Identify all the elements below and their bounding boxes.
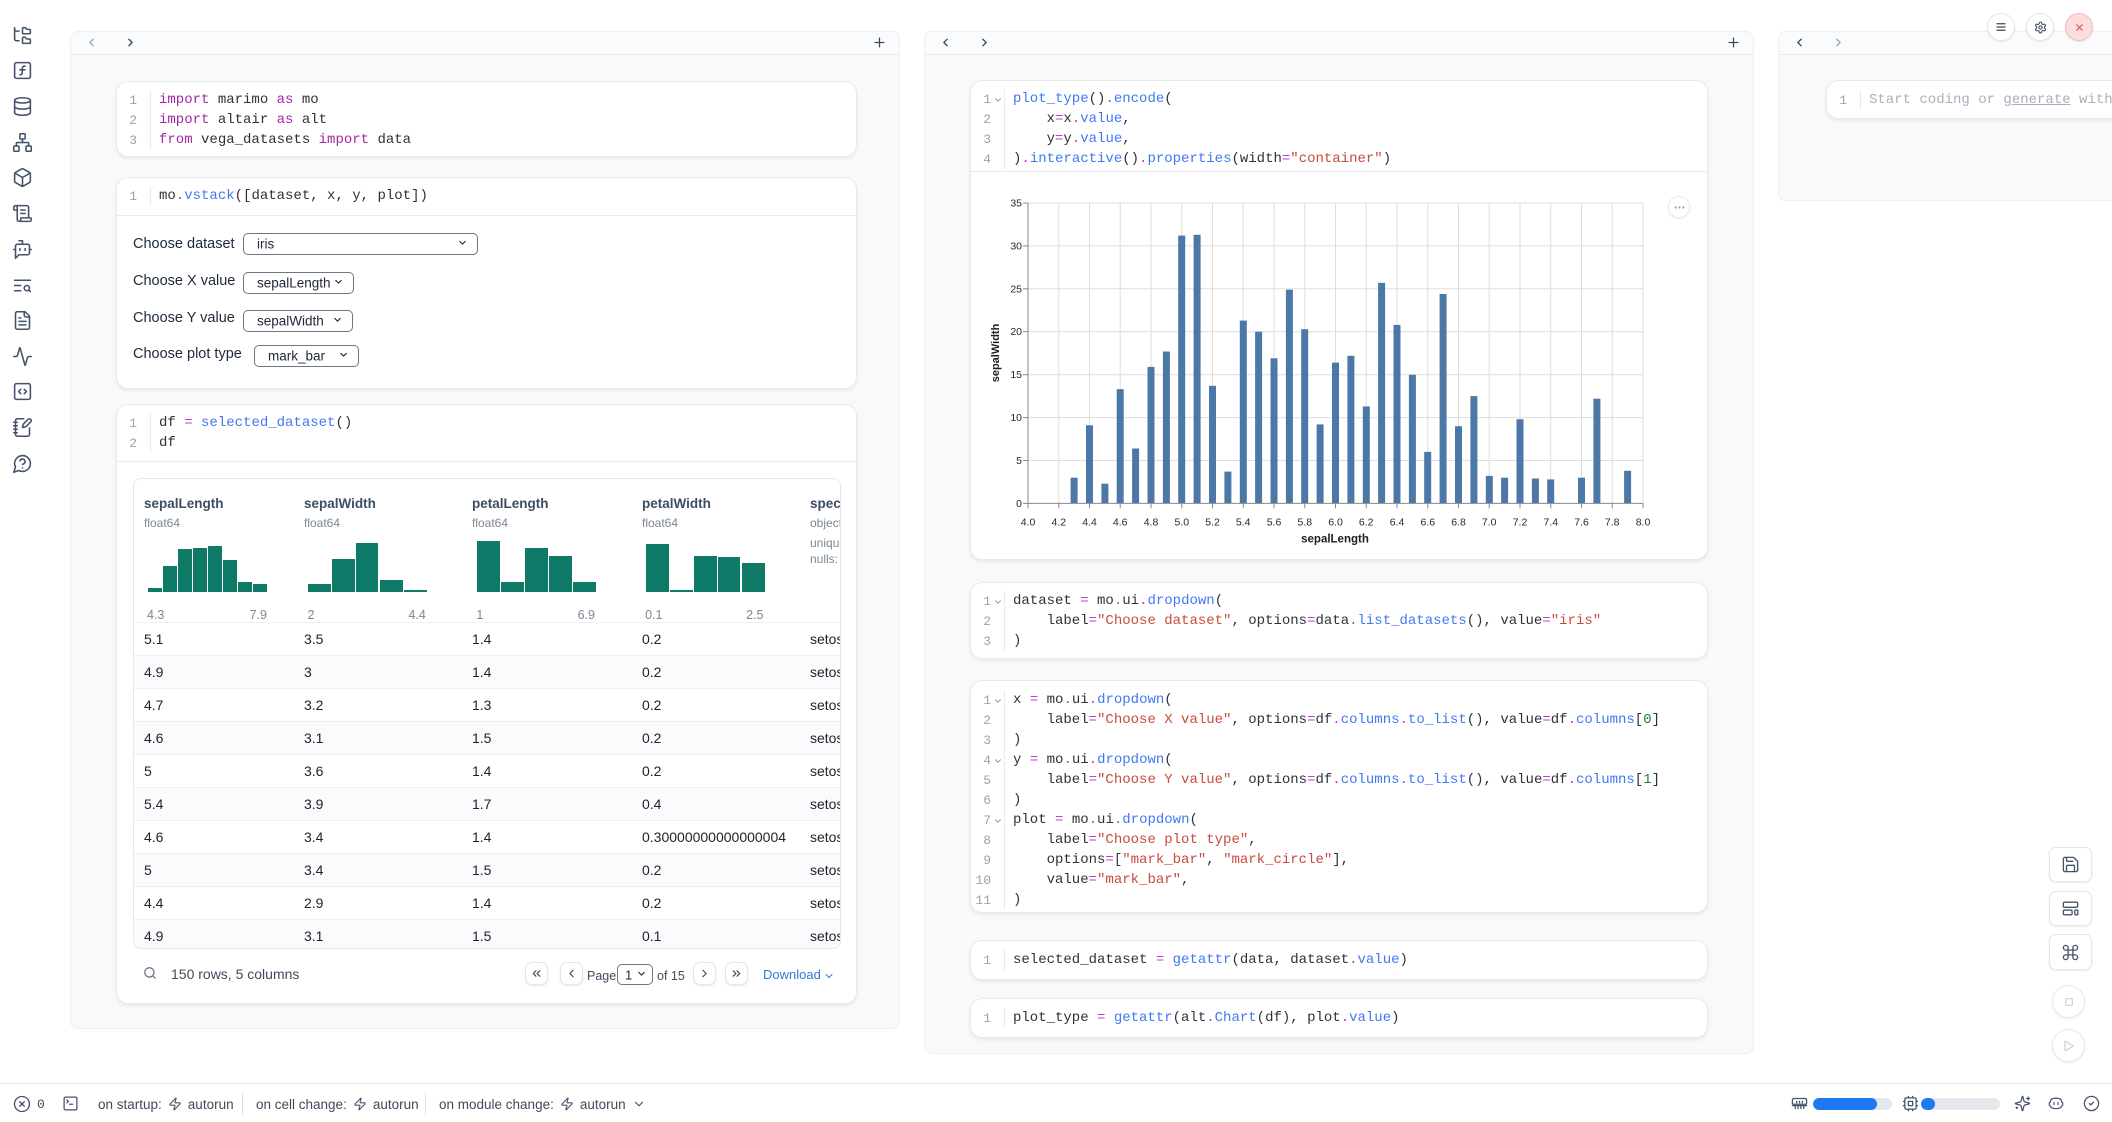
svg-text:15: 15 <box>1010 369 1022 381</box>
svg-text:4.6: 4.6 <box>1113 516 1128 528</box>
svg-text:5.0: 5.0 <box>1174 516 1189 528</box>
svg-text:6.6: 6.6 <box>1420 516 1435 528</box>
svg-text:6.8: 6.8 <box>1451 516 1466 528</box>
svg-text:4.8: 4.8 <box>1144 516 1159 528</box>
svg-text:30: 30 <box>1010 240 1022 252</box>
svg-text:5: 5 <box>1016 455 1022 467</box>
svg-text:5.4: 5.4 <box>1236 516 1251 528</box>
svg-text:6.4: 6.4 <box>1390 516 1405 528</box>
svg-text:10: 10 <box>1010 412 1022 424</box>
svg-text:4.4: 4.4 <box>1082 516 1097 528</box>
svg-text:4.2: 4.2 <box>1051 516 1066 528</box>
svg-text:5.2: 5.2 <box>1205 516 1220 528</box>
svg-text:25: 25 <box>1010 283 1022 295</box>
svg-text:35: 35 <box>1010 198 1022 210</box>
svg-text:6.0: 6.0 <box>1328 516 1343 528</box>
svg-text:20: 20 <box>1010 326 1022 338</box>
svg-text:4.0: 4.0 <box>1021 516 1036 528</box>
svg-text:5.8: 5.8 <box>1297 516 1312 528</box>
svg-text:7.8: 7.8 <box>1605 516 1620 528</box>
svg-text:0: 0 <box>1016 498 1022 510</box>
svg-text:6.2: 6.2 <box>1359 516 1374 528</box>
svg-text:7.6: 7.6 <box>1574 516 1589 528</box>
svg-text:sepalWidth: sepalWidth <box>990 323 1002 382</box>
svg-text:7.2: 7.2 <box>1513 516 1528 528</box>
svg-text:5.6: 5.6 <box>1267 516 1282 528</box>
svg-text:7.4: 7.4 <box>1543 516 1558 528</box>
svg-text:7.0: 7.0 <box>1482 516 1497 528</box>
svg-text:8.0: 8.0 <box>1636 516 1651 528</box>
svg-text:sepalLength: sepalLength <box>1301 533 1369 545</box>
